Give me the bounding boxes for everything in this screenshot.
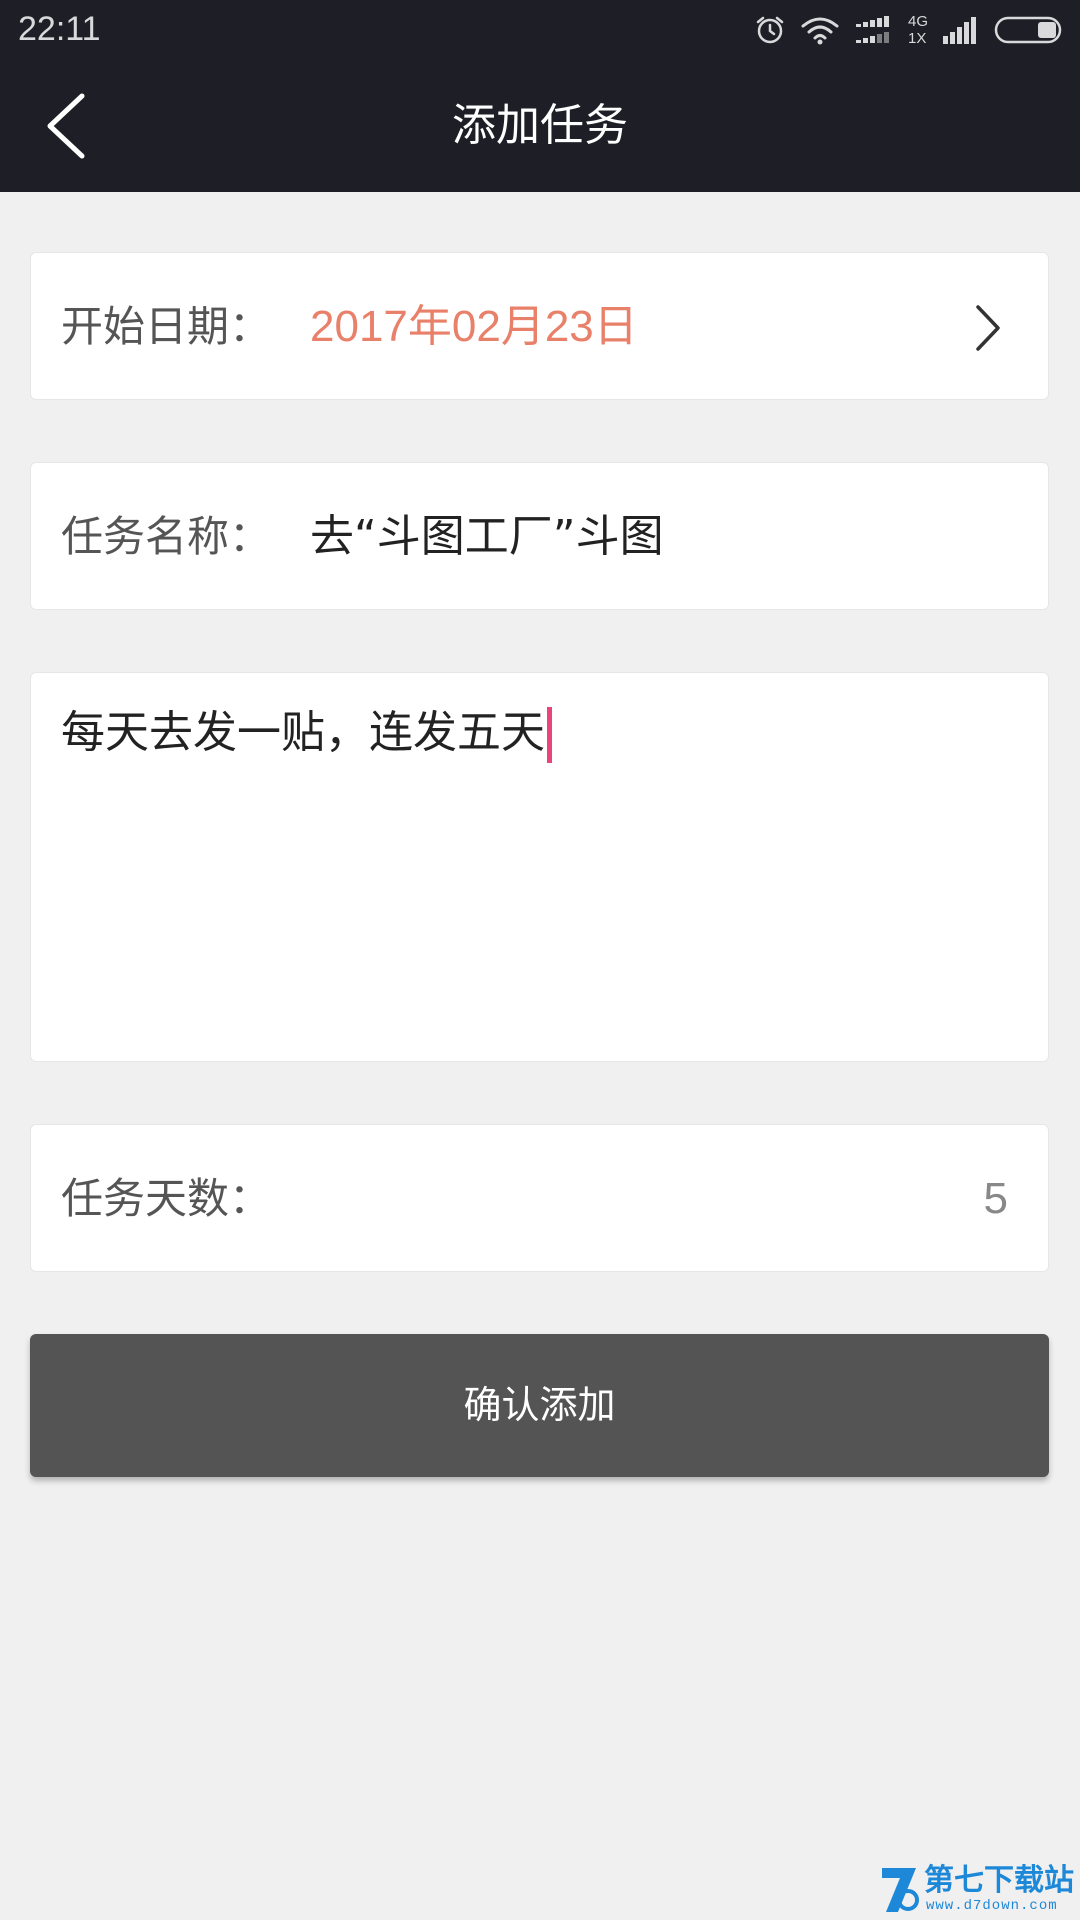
app-header: 22:11 4G 1X 添加任务 <box>0 0 1080 192</box>
network-type: 4G 1X <box>908 13 928 47</box>
wifi-icon <box>800 14 840 46</box>
alarm-icon <box>754 14 786 46</box>
watermark: 第七下载站 www.d7down.com <box>878 1862 1074 1918</box>
chevron-right-icon <box>973 303 1003 353</box>
task-description-text: 每天去发一贴，连发五天 <box>61 701 552 765</box>
start-date-value[interactable]: 2017年02月23日 <box>310 253 638 401</box>
task-name-label: 任务名称： <box>61 512 272 561</box>
start-date-label: 开始日期： <box>61 302 272 351</box>
watermark-url: www.d7down.com <box>926 1898 1058 1914</box>
signal-icon <box>942 14 980 46</box>
page-title: 添加任务 <box>452 100 628 151</box>
start-date-row[interactable]: 开始日期： 2017年02月23日 <box>30 252 1049 400</box>
task-days-row: 任务天数： 5 <box>30 1124 1049 1272</box>
network-type-top: 4G <box>907 13 928 30</box>
network-type-bottom: 1X <box>907 30 927 47</box>
watermark-logo-icon <box>882 1868 919 1912</box>
confirm-add-button[interactable]: 确认添加 <box>30 1334 1049 1477</box>
status-bar: 22:11 4G 1X <box>0 0 1080 62</box>
task-description-field[interactable]: 每天去发一贴，连发五天 <box>30 672 1049 1062</box>
status-icons: 4G 1X <box>754 10 1066 50</box>
watermark-title: 第七下载站 <box>924 1863 1074 1898</box>
task-name-row: 任务名称： 去“斗图工厂”斗图 <box>30 462 1049 610</box>
task-description-value: 每天去发一贴，连发五天 <box>61 707 545 758</box>
data-arrows-icon <box>854 14 894 46</box>
task-days-label: 任务天数： <box>61 1174 272 1223</box>
text-cursor <box>547 707 552 763</box>
task-days-input[interactable]: 5 <box>984 1125 1008 1273</box>
task-name-input[interactable]: 去“斗图工厂”斗图 <box>310 463 664 611</box>
status-time: 22:11 <box>18 10 101 48</box>
battery-icon <box>994 14 1066 46</box>
